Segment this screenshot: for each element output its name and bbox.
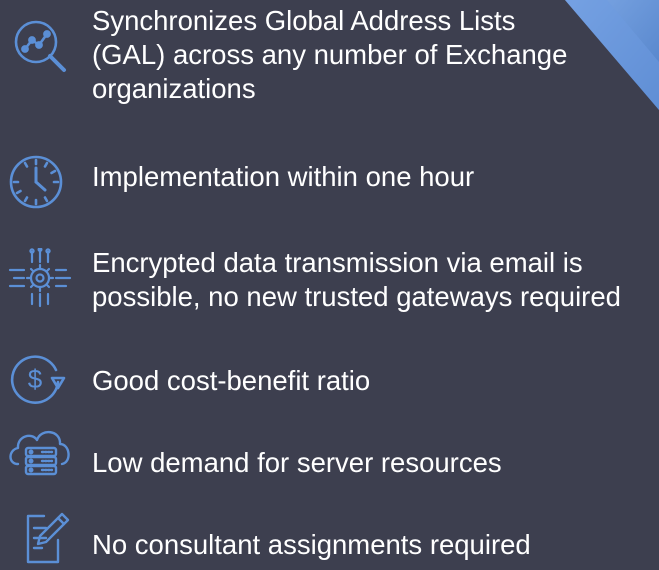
document-pen-icon [6,510,78,570]
feature-line: organizations [92,73,256,104]
magnifier-chart-icon [6,18,78,78]
feature-text: Synchronizes Global Address Lists (GAL) … [92,4,655,106]
feature-text: No consultant assignments required [92,528,655,562]
gear-circuit-icon [6,248,78,308]
feature-line: Encrypted data transmission via email is [92,247,583,278]
feature-line: Low demand for server resources [92,447,502,478]
svg-text:$: $ [28,364,43,394]
feature-line: Synchronizes Global Address Lists [92,5,516,36]
cloud-server-icon [6,420,78,480]
feature-text: Low demand for server resources [92,446,655,480]
feature-line: possible, no new trusted gateways requir… [92,281,621,312]
feature-line: Implementation within one hour [92,161,475,192]
feature-line: Good cost-benefit ratio [92,365,371,396]
feature-text: Implementation within one hour [92,160,655,194]
feature-line: No consultant assignments required [92,529,531,560]
dollar-down-icon: $ [6,348,78,408]
feature-line: (GAL) across any number of Exchange [92,39,568,70]
clock-icon [6,152,78,212]
feature-text: Encrypted data transmission via email is… [92,246,655,314]
feature-text: Good cost-benefit ratio [92,364,655,398]
